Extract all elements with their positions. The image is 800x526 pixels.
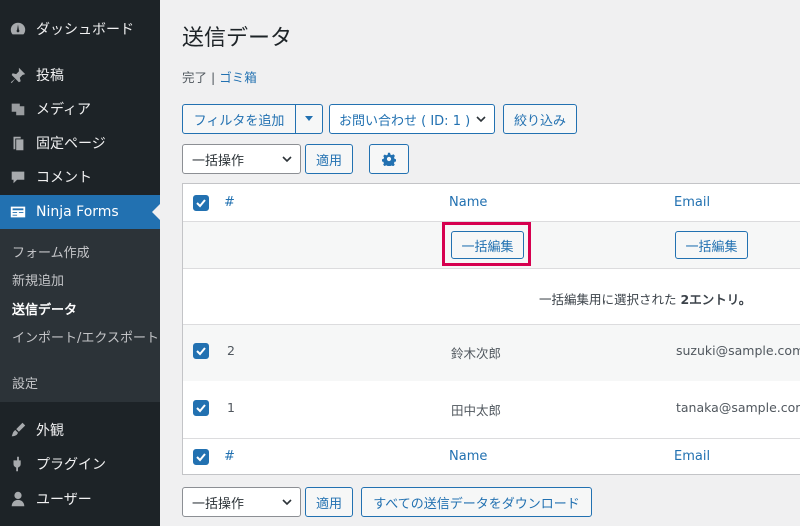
plugin-icon <box>0 455 36 473</box>
table-footer-header: # Name Email <box>183 439 800 475</box>
submenu-create-form[interactable]: フォーム作成 <box>12 242 90 261</box>
menu-appearance[interactable]: 外観 <box>0 413 160 447</box>
menu-ninja-forms-label: Ninja Forms <box>36 204 119 220</box>
menu-appearance-label: 外観 <box>36 423 64 439</box>
column-footer-number[interactable]: # <box>224 449 235 464</box>
form-select-value: お問い合わせ ( ID: 1 ) <box>339 113 471 129</box>
table-header: # Name Email <box>183 184 800 221</box>
select-all-checkbox[interactable] <box>193 195 209 211</box>
menu-pages-label: 固定ページ <box>36 136 106 152</box>
submenu-import-export[interactable]: インポート/エクスポート <box>12 327 159 346</box>
status-trash-link[interactable]: ゴミ箱 <box>219 70 257 85</box>
add-filter-button[interactable]: フィルタを追加 <box>182 104 296 134</box>
forms-icon <box>0 203 36 221</box>
row-number: 1 <box>227 400 235 415</box>
bulk-edit-email-button[interactable]: 一括編集 <box>675 231 748 259</box>
menu-media[interactable]: メディア <box>0 92 160 126</box>
column-header-number[interactable]: # <box>224 195 235 210</box>
check-icon <box>196 347 206 356</box>
row-name: 田中太郎 <box>451 403 502 418</box>
row-checkbox[interactable] <box>193 343 209 359</box>
selection-message-text: 一括編集用に選択された <box>539 292 677 307</box>
column-header-name[interactable]: Name <box>449 195 487 210</box>
page-title: 送信データ <box>182 26 293 51</box>
menu-posts-label: 投稿 <box>36 68 64 84</box>
table-row[interactable]: 1 田中太郎 tanaka@sample.com <box>183 381 800 438</box>
apply-button-bottom[interactable]: 適用 <box>305 487 353 517</box>
brush-icon <box>0 421 36 439</box>
column-header-email[interactable]: Email <box>674 195 710 210</box>
column-settings-button[interactable] <box>369 144 409 174</box>
menu-media-label: メディア <box>36 102 92 118</box>
menu-dashboard[interactable]: ダッシュボード <box>0 12 160 46</box>
menu-comments-label: コメント <box>36 170 92 186</box>
ninja-forms-submenu: フォーム作成 新規追加 送信データ インポート/エクスポート 設定 <box>0 229 160 402</box>
menu-plugins-label: プラグイン <box>36 457 106 473</box>
check-icon <box>196 453 206 462</box>
user-icon <box>0 490 36 508</box>
submenu-settings[interactable]: 設定 <box>12 373 38 392</box>
column-footer-name[interactable]: Name <box>449 449 487 464</box>
selection-message-row: 一括編集用に選択された 2エントリ。 <box>183 269 800 324</box>
main-content: 送信データ 完了 | ゴミ箱 フィルタを追加 お問い合わせ ( ID: 1 ) … <box>160 0 800 526</box>
status-filter-links: 完了 | ゴミ箱 <box>182 67 257 86</box>
form-select[interactable]: お問い合わせ ( ID: 1 ) <box>329 104 495 134</box>
dashboard-icon <box>0 20 36 38</box>
menu-dashboard-label: ダッシュボード <box>36 22 134 38</box>
admin-sidebar: ダッシュボード 投稿 メディア 固定ページ コメント Ninja Forms フ… <box>0 0 160 526</box>
page-icon <box>0 134 36 152</box>
menu-users[interactable]: ユーザー <box>0 482 160 516</box>
row-checkbox[interactable] <box>193 400 209 416</box>
menu-ninja-forms[interactable]: Ninja Forms <box>0 195 160 229</box>
column-footer-email[interactable]: Email <box>674 449 710 464</box>
row-number: 2 <box>227 343 235 358</box>
check-icon <box>196 199 206 208</box>
bulk-edit-row: 一括編集 一括編集 <box>183 222 800 268</box>
menu-plugins[interactable]: プラグイン <box>0 447 160 481</box>
select-all-checkbox-footer[interactable] <box>193 449 209 465</box>
bulk-action-value: 一括操作 <box>192 153 245 169</box>
add-filter-dropdown-toggle[interactable] <box>295 104 323 134</box>
row-email: tanaka@sample.com <box>676 400 800 415</box>
chevron-down-icon <box>282 156 292 163</box>
chevron-down-icon <box>282 499 292 506</box>
bulk-action-select[interactable]: 一括操作 <box>182 144 301 174</box>
menu-pages[interactable]: 固定ページ <box>0 126 160 160</box>
selection-count: 2エントリ。 <box>680 292 752 307</box>
pin-icon <box>0 66 36 84</box>
menu-users-label: ユーザー <box>36 492 92 508</box>
submissions-table: # Name Email 一括編集 一括編集 一括編集用に選択された 2エントリ… <box>182 183 800 475</box>
gear-icon <box>382 152 396 166</box>
status-separator: | <box>211 70 216 85</box>
row-name: 鈴木次郎 <box>451 346 502 361</box>
bulk-edit-name-button[interactable]: 一括編集 <box>451 231 524 259</box>
bulk-action-select-bottom[interactable]: 一括操作 <box>182 487 301 517</box>
submenu-submissions[interactable]: 送信データ <box>12 299 77 318</box>
download-all-button[interactable]: すべての送信データをダウンロード <box>361 487 592 517</box>
row-email: suzuki@sample.com <box>676 343 800 358</box>
apply-button[interactable]: 適用 <box>305 144 353 174</box>
bulk-action-value-bottom: 一括操作 <box>192 496 245 512</box>
table-row[interactable]: 2 鈴木次郎 suzuki@sample.com <box>183 325 800 381</box>
menu-posts[interactable]: 投稿 <box>0 58 160 92</box>
submenu-add-new[interactable]: 新規追加 <box>12 270 64 289</box>
caret-down-icon <box>305 116 313 121</box>
comment-icon <box>0 168 36 186</box>
menu-comments[interactable]: コメント <box>0 160 160 194</box>
chevron-down-icon <box>476 116 486 123</box>
filter-button[interactable]: 絞り込み <box>503 104 577 134</box>
check-icon <box>196 404 206 413</box>
selection-message: 一括編集用に選択された 2エントリ。 <box>539 289 751 308</box>
media-icon <box>0 100 36 118</box>
status-done: 完了 <box>182 70 208 85</box>
